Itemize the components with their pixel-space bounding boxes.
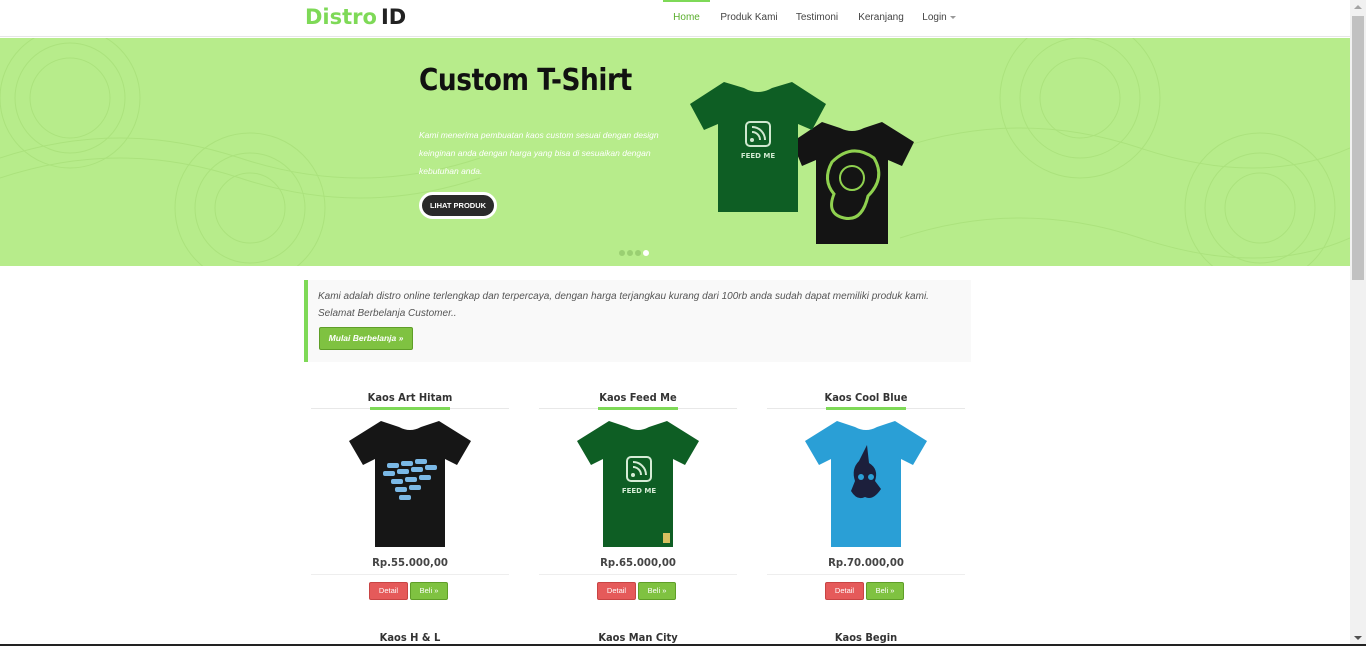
- product-card: Kaos Cool Blue Rp.70.000,00 Detail Beli …: [767, 391, 965, 611]
- beli-button[interactable]: Beli »: [410, 582, 448, 600]
- product-title[interactable]: Kaos Cool Blue: [777, 391, 955, 404]
- product-image[interactable]: [803, 415, 929, 549]
- price-divider: [311, 574, 509, 575]
- product-card: Kaos Feed Me FEED ME Rp.65.000,00 Detail…: [539, 391, 737, 611]
- product-title[interactable]: Kaos Feed Me: [549, 391, 727, 404]
- product-title[interactable]: Kaos Man City: [549, 631, 727, 644]
- slider-dots: [619, 243, 651, 261]
- slider-dot-1[interactable]: [619, 250, 625, 256]
- nav-testimoni[interactable]: Testimoni: [790, 0, 844, 37]
- chevron-down-icon: [949, 15, 956, 19]
- product-title[interactable]: Kaos Begin: [777, 631, 955, 644]
- top-navbar: Distro ID Home Produk Kami Testimoni Kera…: [0, 0, 1350, 37]
- detail-button[interactable]: Detail: [825, 582, 864, 600]
- title-accent: [826, 407, 906, 410]
- hero-slider: Custom T-Shirt Kami menerima pembuatan k…: [0, 38, 1350, 266]
- intro-text: Kami adalah distro online terlengkap dan…: [318, 291, 929, 319]
- slider-dot-2[interactable]: [627, 250, 633, 256]
- nav-login[interactable]: Login: [918, 0, 960, 37]
- mulai-berbelanja-button[interactable]: Mulai Berbelanja »: [319, 327, 413, 350]
- brand-part2: ID: [380, 5, 407, 29]
- scroll-down-arrow-icon[interactable]: [1354, 636, 1362, 640]
- hero-description: Kami menerima pembuatan kaos custom sesu…: [419, 130, 659, 176]
- title-accent: [598, 407, 678, 410]
- product-image[interactable]: [347, 415, 473, 549]
- nav-produk-kami[interactable]: Produk Kami: [716, 0, 782, 37]
- hero-tshirts-image: FEED ME: [690, 82, 914, 244]
- hero-shirt-print: FEED ME: [741, 152, 776, 160]
- brand-logo[interactable]: Distro ID: [305, 4, 406, 30]
- product-card: Kaos Art Hitam Rp.55.000,00 Detail Beli …: [311, 391, 509, 611]
- product-price: Rp.55.000,00: [372, 556, 448, 569]
- intro-callout: Kami adalah distro online terlengkap dan…: [304, 280, 971, 362]
- scroll-up-arrow-icon[interactable]: [1354, 5, 1362, 9]
- slider-dot-4[interactable]: [643, 250, 649, 256]
- slider-dot-3[interactable]: [635, 250, 641, 256]
- title-accent: [370, 407, 450, 410]
- brand-part1: Distro: [305, 5, 377, 29]
- product-image[interactable]: FEED ME: [575, 415, 701, 549]
- lihat-produk-button[interactable]: LIHAT PRODUK: [419, 192, 497, 219]
- product-title[interactable]: Kaos H & L: [321, 631, 499, 644]
- nav-keranjang[interactable]: Keranjang: [853, 0, 909, 37]
- hero-background-pattern: [0, 38, 1350, 266]
- nav-login-label: Login: [922, 12, 947, 23]
- product-price: Rp.65.000,00: [600, 556, 676, 569]
- price-divider: [767, 574, 965, 575]
- detail-button[interactable]: Detail: [597, 582, 636, 600]
- page-scrollbar[interactable]: [1350, 0, 1366, 646]
- price-divider: [539, 574, 737, 575]
- beli-button[interactable]: Beli »: [638, 582, 676, 600]
- product-price: Rp.70.000,00: [828, 556, 904, 569]
- nav-home[interactable]: Home: [663, 0, 710, 37]
- product-title[interactable]: Kaos Art Hitam: [321, 391, 499, 404]
- detail-button[interactable]: Detail: [369, 582, 408, 600]
- scrollbar-thumb[interactable]: [1352, 16, 1364, 280]
- product-print-text: FEED ME: [622, 487, 657, 495]
- beli-button[interactable]: Beli »: [866, 582, 904, 600]
- hero-title: Custom T-Shirt: [419, 63, 632, 98]
